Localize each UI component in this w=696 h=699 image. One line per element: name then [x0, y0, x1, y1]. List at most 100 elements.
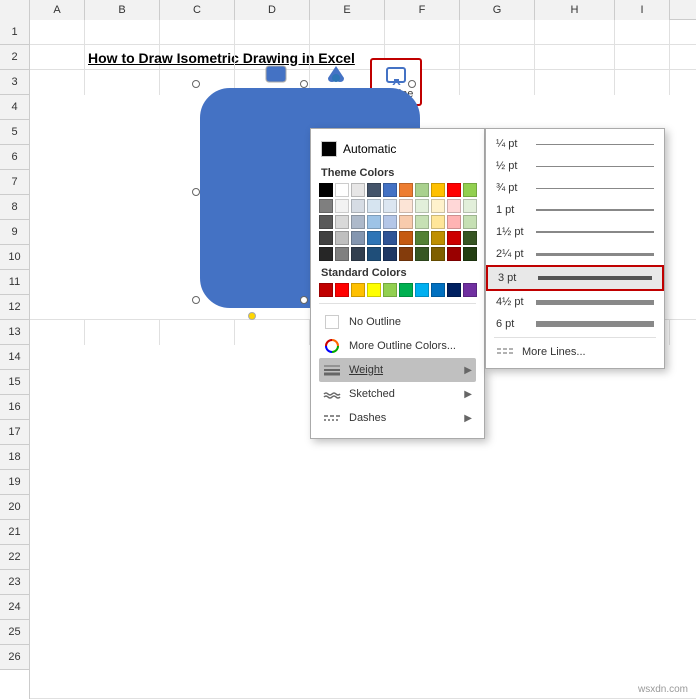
- line-3: [538, 276, 652, 280]
- cell-b1[interactable]: [85, 20, 160, 45]
- row-header-8: 8: [0, 195, 29, 220]
- col-header-g[interactable]: G: [460, 0, 535, 20]
- col-header-a[interactable]: A: [30, 0, 85, 20]
- row-header-11: 11: [0, 270, 29, 295]
- sketched-icon: [323, 387, 341, 401]
- yellow-handle[interactable]: [248, 312, 256, 320]
- weight-3-pt[interactable]: 3 pt: [486, 265, 664, 291]
- row-header-19: 19: [0, 470, 29, 495]
- color-dropdown: Automatic Theme Colors: [310, 128, 485, 439]
- cell-f1[interactable]: [385, 20, 460, 45]
- row-header-17: 17: [0, 420, 29, 445]
- row-header-12: 12: [0, 295, 29, 320]
- handle-ml[interactable]: [192, 188, 200, 196]
- row-header-3: 3: [0, 70, 29, 95]
- col-header-c[interactable]: C: [160, 0, 235, 20]
- weight-separator: [494, 337, 656, 338]
- row-header-14: 14: [0, 345, 29, 370]
- row-header-22: 22: [0, 545, 29, 570]
- cell-b2[interactable]: How to Draw Isometric Drawing in Excel: [85, 45, 160, 70]
- row-headers: 1 2 3 4 5 6 7 8 9 10 11 12 13 14 15 16 1…: [0, 20, 30, 699]
- weight-quarter-pt[interactable]: ¼ pt: [486, 133, 664, 155]
- dashes-item[interactable]: Dashes ▶: [319, 406, 476, 430]
- swatch-orange[interactable]: [399, 183, 413, 197]
- more-colors-item[interactable]: More Outline Colors...: [319, 334, 476, 358]
- weight-1half-pt[interactable]: 1½ pt: [486, 221, 664, 243]
- row-header-6: 6: [0, 145, 29, 170]
- weight-4half-pt[interactable]: 4½ pt: [486, 291, 664, 313]
- handle-bl[interactable]: [192, 296, 200, 304]
- no-outline-check-icon: [323, 315, 341, 329]
- theme-color-row5: [319, 247, 476, 261]
- handle-tr[interactable]: [408, 80, 416, 88]
- handle-bm[interactable]: [300, 296, 308, 304]
- weight-6-pt[interactable]: 6 pt: [486, 313, 664, 335]
- cell-c1[interactable]: [160, 20, 235, 45]
- row-header-23: 23: [0, 570, 29, 595]
- no-outline-item[interactable]: No Outline: [319, 310, 476, 334]
- col-header-i[interactable]: I: [615, 0, 670, 20]
- spreadsheet: A B C D E F G H I 1 2 3 4 5 6 7 8 9 10 1…: [0, 0, 696, 699]
- cell-g1[interactable]: [460, 20, 535, 45]
- handle-tl[interactable]: [192, 80, 200, 88]
- line-three-quarter: [536, 188, 654, 189]
- swatch-blue[interactable]: [383, 183, 397, 197]
- swatch-lightgreen[interactable]: [415, 183, 429, 197]
- weight-2quarter-pt[interactable]: 2¼ pt: [486, 243, 664, 265]
- row-header-15: 15: [0, 370, 29, 395]
- swatch-lightgray[interactable]: [351, 183, 365, 197]
- weight-half-pt[interactable]: ½ pt: [486, 155, 664, 177]
- cell-a2[interactable]: [30, 45, 85, 70]
- handle-tm[interactable]: [300, 80, 308, 88]
- cell-c2[interactable]: [160, 45, 235, 70]
- cell-h1[interactable]: [535, 20, 615, 45]
- row-header-18: 18: [0, 445, 29, 470]
- grid-row-1: [30, 20, 696, 45]
- cell-d1[interactable]: [235, 20, 310, 45]
- sketched-item[interactable]: Sketched ▶: [319, 382, 476, 406]
- dashes-arrow: ▶: [464, 413, 472, 424]
- automatic-row[interactable]: Automatic: [319, 137, 476, 161]
- col-header-e[interactable]: E: [310, 0, 385, 20]
- col-header-d[interactable]: D: [235, 0, 310, 20]
- theme-color-row1: [319, 183, 476, 197]
- line-6: [536, 321, 654, 327]
- row-header-10: 10: [0, 245, 29, 270]
- row-header-20: 20: [0, 495, 29, 520]
- swatch-red[interactable]: [447, 183, 461, 197]
- weight-icon: [323, 363, 341, 377]
- cell-h2[interactable]: [535, 45, 615, 70]
- line-2quarter: [536, 253, 654, 256]
- weight-submenu: ¼ pt ½ pt ¾ pt 1 pt 1½ p: [485, 128, 665, 369]
- swatch-darkblue[interactable]: [367, 183, 381, 197]
- cell-a1[interactable]: [30, 20, 85, 45]
- dashes-icon: [323, 411, 341, 425]
- swatch-gold[interactable]: [431, 183, 445, 197]
- more-colors-label: More Outline Colors...: [349, 340, 472, 352]
- column-headers: A B C D E F G H I: [0, 0, 696, 20]
- weight-item[interactable]: Weight ▶: [319, 358, 476, 382]
- weight-1-pt[interactable]: 1 pt: [486, 199, 664, 221]
- cell-i2[interactable]: [615, 45, 670, 70]
- row-header-1: 1: [0, 20, 29, 45]
- theme-colors-label: Theme Colors: [321, 167, 474, 179]
- more-lines-item[interactable]: More Lines...: [486, 340, 664, 364]
- cell-e1[interactable]: [310, 20, 385, 45]
- col-header-h[interactable]: H: [535, 0, 615, 20]
- col-header-b[interactable]: B: [85, 0, 160, 20]
- swatch-white[interactable]: [335, 183, 349, 197]
- col-header-f[interactable]: F: [385, 0, 460, 20]
- swatch-green[interactable]: [463, 183, 477, 197]
- line-1: [536, 209, 654, 211]
- row-header-25: 25: [0, 620, 29, 645]
- cell-i1[interactable]: [615, 20, 670, 45]
- swatch-black[interactable]: [319, 183, 333, 197]
- standard-colors-label: Standard Colors: [321, 267, 474, 279]
- row-header-16: 16: [0, 395, 29, 420]
- automatic-swatch: [321, 141, 337, 157]
- row-header-24: 24: [0, 595, 29, 620]
- color-wheel-icon: [323, 339, 341, 353]
- cell-g2[interactable]: [460, 45, 535, 70]
- weight-three-quarter-pt[interactable]: ¾ pt: [486, 177, 664, 199]
- corner-cell: [0, 0, 30, 20]
